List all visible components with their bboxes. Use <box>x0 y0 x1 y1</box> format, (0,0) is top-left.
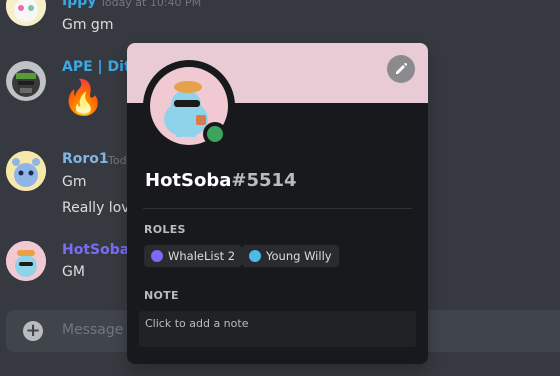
role-chip-young-willy[interactable]: Young Willy <box>242 245 339 267</box>
edit-profile-button[interactable] <box>387 55 415 83</box>
pencil-icon <box>396 63 407 74</box>
profile-avatar-frame <box>143 60 235 152</box>
avatar[interactable] <box>6 61 46 101</box>
status-indicator <box>203 122 227 146</box>
user-profile-popout: HotSoba#5514 ROLES WhaleList 2 Young Wil… <box>127 43 428 364</box>
profile-divider <box>143 208 412 209</box>
discriminator-text: #5514 <box>231 170 297 191</box>
composer-placeholder: Message <box>62 322 124 338</box>
avatar-ape-icon <box>6 61 46 101</box>
note-placeholder: Click to add a note <box>145 317 249 330</box>
avatar[interactable] <box>6 241 46 281</box>
avatar[interactable] <box>6 151 46 191</box>
avatar[interactable] <box>6 0 46 26</box>
note-heading: NOTE <box>144 289 179 302</box>
message-timestamp: Tod <box>108 154 127 167</box>
author-name[interactable]: Roro1 <box>62 151 109 167</box>
avatar-roro-icon <box>6 151 46 191</box>
online-status-icon <box>207 126 223 142</box>
role-color-icon <box>249 250 261 262</box>
role-name: Young Willy <box>266 249 332 263</box>
avatar-hotsoba-icon <box>6 241 46 281</box>
profile-username[interactable]: HotSoba#5514 <box>145 170 297 191</box>
message-timestamp: Today at 10:40 PM <box>100 0 202 9</box>
roles-heading: ROLES <box>144 223 186 236</box>
author-name[interactable]: HotSoba <box>62 242 129 258</box>
message-text: GM <box>62 264 85 280</box>
role-color-icon <box>151 250 163 262</box>
note-input[interactable]: Click to add a note <box>139 311 416 347</box>
avatar-ippy-icon <box>6 0 46 26</box>
message-text: Gm <box>62 174 87 190</box>
role-chip-whalelist[interactable]: WhaleList 2 <box>144 245 243 267</box>
author-name[interactable]: Ippy <box>62 0 96 9</box>
message-text: 🔥 <box>62 78 105 118</box>
message-text: Gm gm <box>62 17 114 33</box>
username-text: HotSoba <box>145 170 232 191</box>
role-name: WhaleList 2 <box>168 249 236 263</box>
plus-icon[interactable]: + <box>23 321 43 341</box>
